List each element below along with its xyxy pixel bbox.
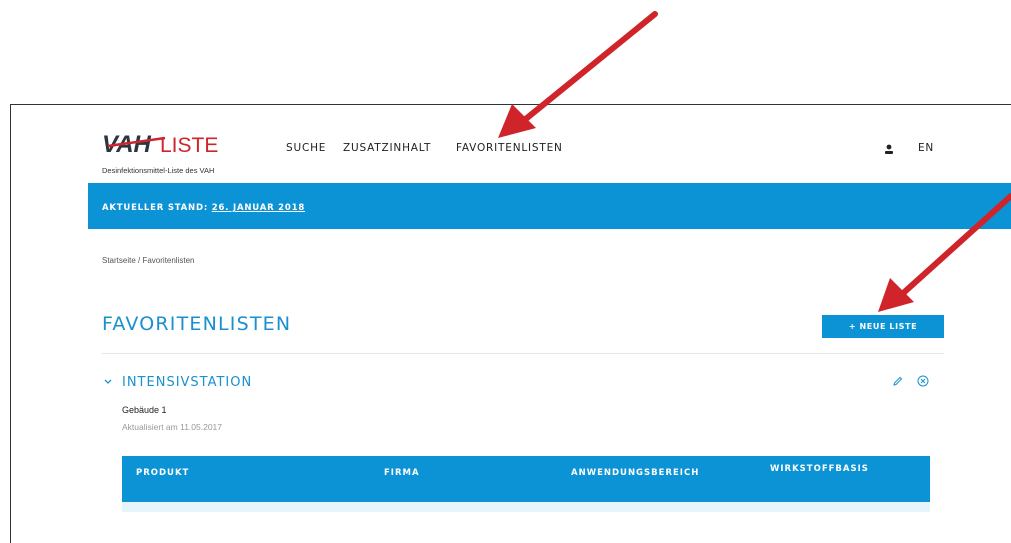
nav-favoritenlisten[interactable]: FAVORITENLISTEN (456, 142, 563, 154)
language-switch[interactable]: EN (918, 142, 934, 154)
table-row (122, 502, 930, 512)
site-subtitle: Desinfektionsmittel-Liste des VAH (102, 166, 215, 175)
status-banner: AKTUELLER STAND: 26. JANUAR 2018 (88, 183, 1011, 229)
list-title[interactable]: INTENSIVSTATION (122, 375, 252, 390)
status-label: AKTUELLER STAND: (102, 203, 212, 213)
new-list-button[interactable]: + NEUE LISTE (822, 315, 944, 338)
column-header-firma[interactable]: FIRMA (384, 468, 420, 478)
status-text: AKTUELLER STAND: 26. JANUAR 2018 (102, 203, 305, 213)
column-header-wirkstoffbasis[interactable]: WIRKSTOFFBASIS (770, 464, 869, 474)
column-header-anwendungsbereich[interactable]: ANWENDUNGSBEREICH (571, 468, 699, 478)
column-header-produkt[interactable]: PRODUKT (136, 468, 189, 478)
pencil-icon[interactable] (892, 374, 903, 386)
svg-text:LISTE: LISTE (160, 134, 218, 157)
breadcrumb[interactable]: Startseite / Favoritenlisten (102, 256, 194, 265)
nav-suche[interactable]: SUCHE (286, 142, 326, 154)
list-location: Gebäude 1 (122, 405, 167, 415)
vah-logo-graphic: VAH LISTE (102, 131, 218, 158)
chevron-down-icon[interactable] (103, 374, 113, 384)
vah-logo[interactable]: VAH LISTE (102, 130, 242, 160)
nav-zusatzinhalt[interactable]: ZUSATZINHALT (343, 142, 431, 154)
divider (102, 353, 944, 354)
list-updated: Aktualisiert am 11.05.2017 (122, 422, 223, 432)
user-icon[interactable] (884, 142, 894, 154)
status-date-link[interactable]: 26. JANUAR 2018 (212, 203, 305, 213)
table-header: PRODUKT FIRMA ANWENDUNGSBEREICH WIRKSTOF… (122, 456, 930, 502)
page-title: FAVORITENLISTEN (102, 313, 292, 335)
close-circle-icon[interactable] (917, 374, 929, 387)
screenshot-canvas: VAH LISTE Desinfektionsmittel-Liste des … (0, 0, 1011, 543)
